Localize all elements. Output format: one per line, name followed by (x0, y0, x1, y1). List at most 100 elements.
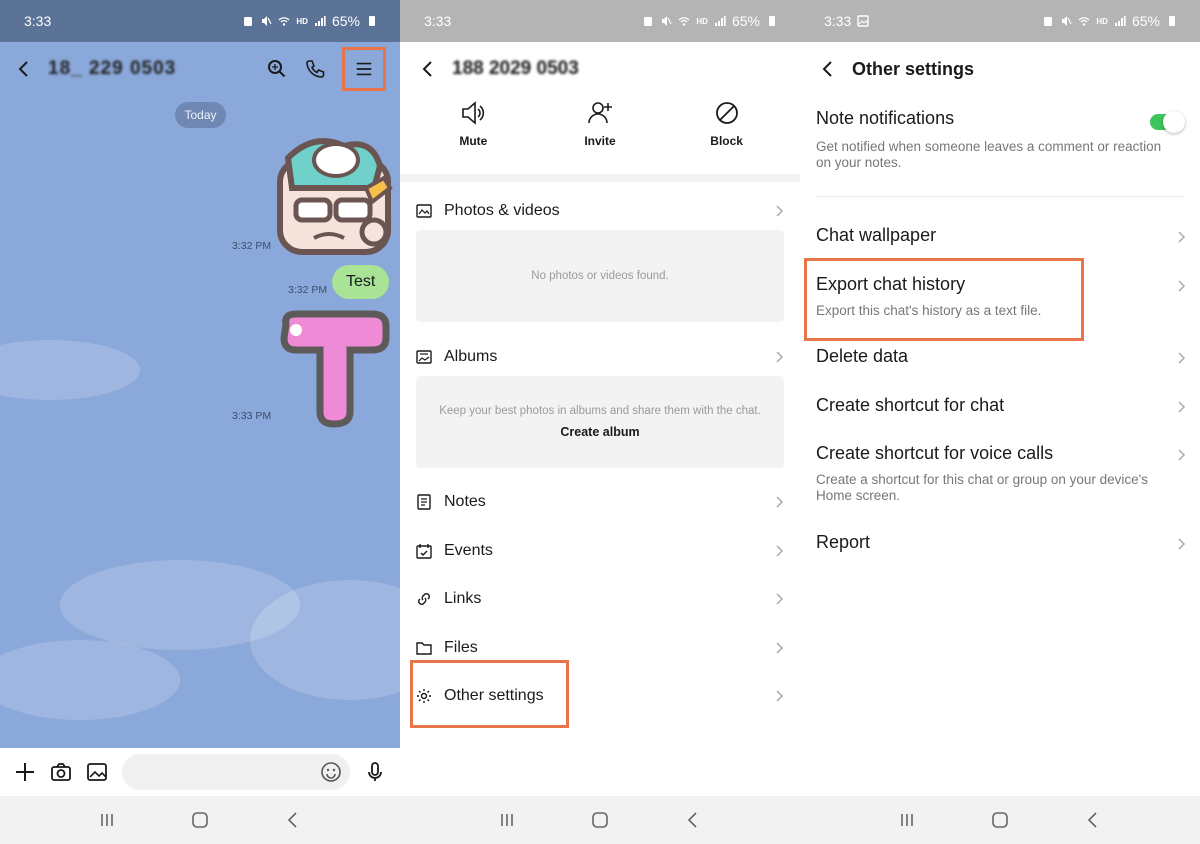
create-shortcut-chat-row[interactable]: Create shortcut for chat (816, 395, 1186, 419)
delete-data-row[interactable]: Delete data (816, 346, 1186, 370)
status-bar: 3:33 HD 65% (400, 0, 800, 42)
recents-icon[interactable] (97, 810, 117, 830)
albums-label: Albums (444, 348, 498, 365)
notes-row[interactable]: Notes (416, 491, 784, 513)
albums-empty-box: Keep your best photos in albums and shar… (416, 376, 784, 468)
files-row[interactable]: Files (416, 637, 784, 659)
note-notifications-toggle[interactable] (1150, 111, 1185, 133)
back-icon[interactable] (418, 59, 438, 79)
wifi-icon (278, 17, 290, 26)
signal-icon (314, 16, 326, 26)
message-bubble[interactable]: Test (332, 265, 390, 299)
battery-percent: 65% (331, 13, 360, 29)
create-album-button[interactable]: Create album (560, 425, 639, 439)
mute-button[interactable]: Mute (428, 100, 518, 162)
menu-header: 188 2029 0503 (400, 42, 800, 96)
wifi-icon (678, 17, 690, 26)
message-time: 3:33 PM (232, 410, 272, 422)
status-bar: 3:33 HD 65% (0, 0, 400, 42)
plus-icon[interactable] (14, 761, 36, 783)
battery-icon (1169, 16, 1175, 26)
wifi-icon (1078, 17, 1090, 26)
status-left: 3:33 (824, 13, 869, 29)
block-button[interactable]: Block (682, 100, 772, 162)
background-cloud (0, 340, 140, 400)
menu-button[interactable] (342, 47, 386, 91)
back-icon[interactable] (818, 59, 838, 79)
notes-icon (417, 494, 431, 510)
home-icon[interactable] (590, 810, 610, 830)
create-shortcut-chat-title: Create shortcut for chat (816, 395, 1005, 415)
create-shortcut-voice-row[interactable]: Create shortcut for voice calls Create a… (816, 443, 1186, 504)
composer-bar (0, 748, 400, 796)
events-row[interactable]: Events (416, 540, 784, 562)
chevron-right-icon (1178, 538, 1186, 550)
links-row[interactable]: Links (416, 588, 784, 610)
recents-icon[interactable] (497, 810, 517, 830)
chat-screen: 3:33 HD 65% 18_ 229 0503 Today 3:32 PM T… (0, 0, 400, 844)
chevron-right-icon (776, 496, 784, 508)
speaker-icon (462, 101, 485, 125)
message-time: 3:32 PM (288, 284, 328, 296)
contact-name: 188 2029 0503 (452, 58, 579, 79)
calendar-icon (416, 544, 432, 559)
create-shortcut-voice-title: Create shortcut for voice calls (816, 443, 1054, 463)
create-shortcut-voice-subtitle: Create a shortcut for this chat or group… (816, 472, 1148, 503)
back-icon[interactable] (14, 59, 34, 79)
section-divider (400, 174, 800, 182)
status-icons: HD 65% (642, 13, 778, 29)
chevron-right-icon (776, 351, 784, 363)
status-icons: HD 65% (1042, 13, 1178, 29)
back-nav-icon[interactable] (283, 810, 303, 830)
invite-button[interactable]: Invite (555, 100, 645, 162)
signal-icon (1114, 16, 1126, 26)
photos-videos-label: Photos & videos (444, 202, 560, 219)
notification-icon (244, 17, 253, 26)
image-icon[interactable] (86, 761, 108, 783)
album-icon (416, 350, 432, 364)
home-icon[interactable] (190, 810, 210, 830)
back-nav-icon[interactable] (683, 810, 703, 830)
events-label: Events (444, 542, 493, 559)
search-icon[interactable] (266, 58, 288, 80)
chevron-right-icon (1178, 280, 1186, 292)
chevron-right-icon (776, 545, 784, 557)
note-notifications-subtitle: Get notified when someone leaves a comme… (816, 139, 1162, 170)
chevron-right-icon (1178, 352, 1186, 364)
photos-empty-box: No photos or videos found. (416, 230, 784, 322)
mute-icon (262, 16, 272, 26)
letter-t-sticker[interactable] (276, 310, 392, 428)
chat-wallpaper-row[interactable]: Chat wallpaper (816, 225, 1186, 249)
system-nav-bar (0, 796, 400, 844)
mic-icon[interactable] (364, 761, 386, 783)
report-row[interactable]: Report (816, 532, 1186, 556)
note-notifications-row[interactable]: Note notifications Get notified when som… (816, 108, 1186, 171)
message-input[interactable] (122, 754, 350, 790)
recents-icon[interactable] (897, 810, 917, 830)
links-label: Links (444, 590, 482, 607)
hd-badge: HD (296, 16, 308, 26)
back-nav-icon[interactable] (1083, 810, 1103, 830)
folder-icon (416, 642, 432, 655)
chef-sticker[interactable] (274, 138, 394, 256)
albums-row[interactable]: Albums (416, 346, 784, 368)
highlight-box (804, 258, 1084, 341)
notes-label: Notes (444, 493, 486, 510)
status-bar: 3:33 HD 65% (800, 0, 1200, 42)
phone-icon[interactable] (304, 58, 326, 80)
block-icon (715, 102, 738, 124)
chevron-right-icon (776, 593, 784, 605)
note-notifications-title: Note notifications (816, 108, 955, 128)
system-nav-bar (400, 796, 800, 844)
report-title: Report (816, 532, 871, 552)
emoji-icon[interactable] (320, 761, 342, 783)
camera-icon[interactable] (50, 761, 72, 783)
photos-videos-row[interactable]: Photos & videos (416, 200, 784, 222)
quick-actions: Mute Invite Block (400, 100, 800, 162)
home-icon[interactable] (990, 810, 1010, 830)
chat-header: 18_ 229 0503 (0, 42, 400, 96)
chat-wallpaper-title: Chat wallpaper (816, 225, 937, 245)
delete-data-title: Delete data (816, 346, 909, 366)
chevron-right-icon (1178, 449, 1186, 461)
gallery-notification-icon (857, 15, 869, 27)
